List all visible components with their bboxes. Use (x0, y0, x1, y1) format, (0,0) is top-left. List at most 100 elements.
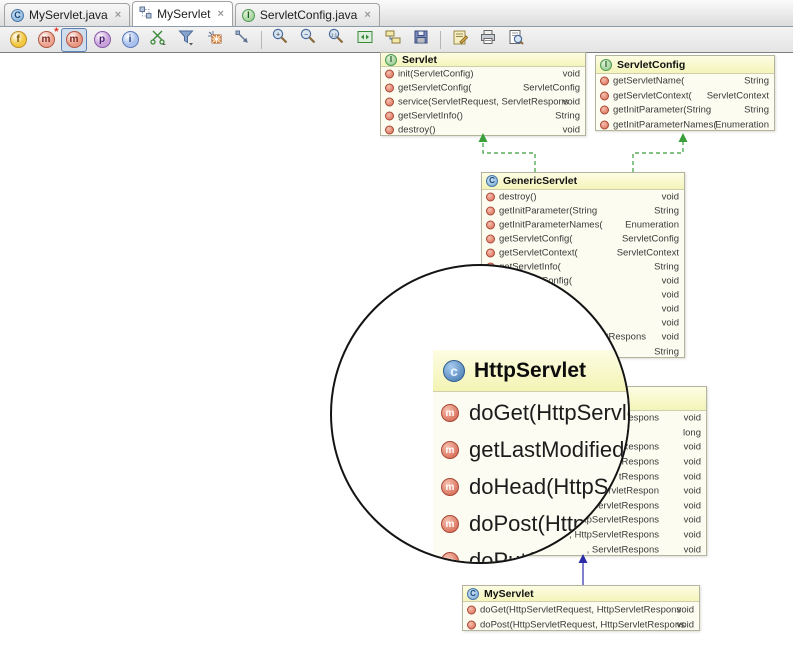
method-row: getServletContext(ServletContext (596, 89, 774, 104)
method-icon: m (441, 478, 459, 496)
return-type: void (661, 303, 679, 315)
method-icon (486, 234, 495, 244)
export-to-image-button[interactable] (447, 28, 473, 52)
lens-method-row: m doPost(HttpS (441, 511, 600, 537)
method-icon (385, 69, 394, 79)
return-type: void (562, 68, 580, 80)
edge-filter-icon (177, 28, 195, 51)
show-inner-classes-icon: i (121, 31, 139, 48)
return-type: void (683, 485, 701, 497)
return-type: String (654, 346, 679, 358)
magic-zoom-region-icon (205, 28, 223, 51)
method-signature: getServletInfo() (398, 110, 463, 122)
close-icon[interactable]: × (217, 8, 223, 20)
show-constructors-icon: m * (37, 27, 59, 48)
return-type: ServletContext (616, 247, 679, 259)
show-properties-icon: p (93, 31, 111, 48)
zoom-in-button[interactable]: + (268, 28, 294, 52)
apply-layout-icon (384, 28, 402, 51)
show-methods-button[interactable]: m (61, 27, 87, 52)
method-row: getServletContext(ServletContext (482, 246, 684, 260)
edge-filter-button[interactable] (173, 28, 199, 52)
drag-to-node-button[interactable] (229, 28, 255, 52)
return-type: void (661, 331, 679, 343)
diagram-canvas[interactable]: I Servlet init(ServletConfig) void getServle… (0, 52, 793, 645)
method-signature: doHead(HttpSer (469, 474, 628, 499)
return-type: void (661, 317, 679, 329)
method-icon (467, 605, 476, 614)
class-node-servlet[interactable]: I Servlet init(ServletConfig) void getServle… (380, 52, 586, 136)
class-icon: c (443, 359, 465, 382)
method-signature: doPost(HttpServletRequest, HttpServletRe… (480, 619, 685, 630)
method-icon (385, 97, 394, 107)
generic-implements-servlet-edge (482, 142, 536, 172)
return-type: void (562, 124, 580, 136)
class-header: C MyServlet (463, 586, 699, 602)
preview-button[interactable] (503, 28, 529, 52)
class-name: ServletConfig (617, 58, 686, 71)
generic-implements-servletconfig-edge (632, 142, 684, 172)
burst-mark: * (54, 26, 59, 38)
show-methods-icon: m (65, 31, 83, 48)
method-signature: service(ServletRequest, ServletRespons (398, 96, 569, 108)
return-type: void (683, 456, 701, 468)
save-diagram-button[interactable] (408, 28, 434, 52)
method-row: getInitParameter(String String (596, 103, 774, 118)
class-name: GenericServlet (503, 175, 578, 187)
toolbar-separator (261, 30, 262, 49)
return-type: void (683, 441, 701, 453)
zoom-in-icon: + (272, 28, 290, 51)
method-row: getInitParameter(String String (482, 204, 684, 218)
svg-text:+: + (276, 32, 280, 39)
return-type: void (661, 191, 679, 203)
return-type: void (562, 96, 580, 108)
return-type: void (683, 529, 701, 541)
return-type: void (661, 275, 679, 287)
interface-icon: I (385, 53, 397, 66)
magic-zoom-region-button[interactable] (201, 28, 227, 52)
close-icon[interactable]: × (364, 9, 370, 21)
method-row: getServletInfo() String (381, 109, 585, 123)
close-icon[interactable]: × (115, 9, 121, 21)
lens-method-row: m getLastModified( (441, 437, 628, 463)
svg-text:1:1: 1:1 (331, 32, 338, 37)
return-type: void (683, 412, 701, 424)
method-row: destroy() void (381, 123, 585, 137)
tab-myservlet[interactable]: MyServlet × (132, 1, 233, 26)
print-diagram-icon (479, 28, 497, 51)
class-node-myservlet[interactable]: C MyServlet doGet(HttpServletRequest, Http… (462, 585, 700, 631)
show-constructors-button[interactable]: m * (33, 27, 59, 52)
return-type: String (654, 205, 679, 217)
class-node-servletconfig[interactable]: I ServletConfig getServletName(String getSe… (595, 55, 775, 131)
method-signature: doPost(HttpS (469, 511, 600, 536)
method-icon (600, 76, 609, 86)
method-signature: init(ServletConfig) (398, 68, 474, 80)
fit-content-icon (356, 28, 374, 51)
svg-text:−: − (304, 32, 308, 39)
method-icon (486, 220, 495, 230)
method-icon (600, 120, 609, 130)
tab-servletconfig-java[interactable]: I ServletConfig.java × (234, 3, 380, 26)
class-header: I ServletConfig (596, 56, 774, 74)
actual-size-icon: 1:1 (328, 28, 346, 51)
print-diagram-button[interactable] (475, 28, 501, 52)
method-row: init(ServletConfig) void (381, 67, 585, 81)
method-signature: getServletConfig( (499, 233, 573, 245)
tab-myservlet-java[interactable]: C MyServlet.java × (4, 3, 131, 26)
show-properties-button[interactable]: p (89, 28, 115, 52)
zoom-out-button[interactable]: − (296, 28, 322, 52)
method-row: destroy() void (482, 190, 684, 204)
save-diagram-icon (412, 28, 430, 51)
return-type: String (744, 104, 769, 116)
show-fields-button[interactable]: f (5, 28, 31, 52)
lens-method-row: m doPut(H (441, 548, 550, 562)
method-signature: destroy() (398, 124, 436, 136)
method-signature: getInitParameterNames( (499, 219, 603, 231)
edge-cutter-button[interactable] (145, 28, 171, 52)
tab-bar: C MyServlet.java × MyServlet × I ServletConfig… (0, 0, 793, 27)
fit-content-button[interactable] (352, 28, 378, 52)
show-inner-classes-button[interactable]: i (117, 28, 143, 52)
method-signature: getServletConfig( (398, 82, 472, 94)
actual-size-button[interactable]: 1:1 (324, 28, 350, 52)
apply-layout-button[interactable] (380, 28, 406, 52)
